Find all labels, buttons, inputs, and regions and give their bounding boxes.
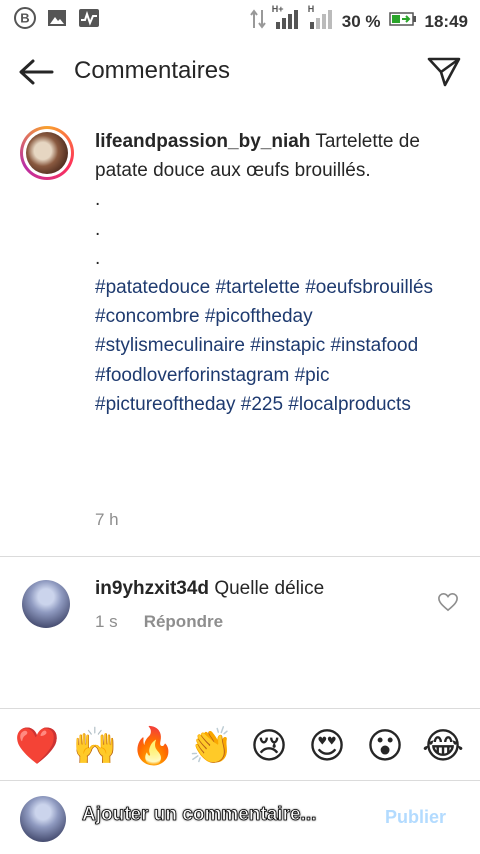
emoji-heart[interactable]: ❤️ — [14, 723, 60, 769]
divider — [0, 708, 480, 709]
data-transfer-icon — [249, 8, 266, 35]
commenter-avatar[interactable] — [22, 580, 70, 628]
emoji-bar: ❤️ 🙌 🔥 👏 😢 😍 😮 😂 — [0, 718, 480, 774]
signal-icon-2: H — [308, 4, 334, 35]
clock: 18:49 — [424, 11, 468, 31]
send-icon[interactable] — [426, 54, 462, 88]
emoji-clapping[interactable]: 👏 — [188, 723, 234, 769]
caption-dot: . — [95, 218, 101, 240]
divider — [0, 780, 480, 781]
divider — [0, 556, 480, 557]
emoji-crying[interactable]: 😢 — [246, 723, 292, 769]
activity-icon — [78, 7, 100, 29]
post-author-avatar[interactable] — [20, 126, 74, 180]
comment-body: Quelle délice — [214, 578, 325, 599]
post-caption: lifeandpassion_by_niah Tartelette de pat… — [95, 127, 455, 419]
page-title: Commentaires — [74, 57, 231, 84]
app-b-icon: B — [14, 7, 36, 29]
gallery-icon — [46, 7, 68, 29]
comment-input[interactable]: Ajouter un commentaire... — [82, 804, 317, 826]
emoji-raised-hands[interactable]: 🙌 — [72, 723, 118, 769]
emoji-surprised[interactable]: 😮 — [362, 723, 408, 769]
post-time: 7 h — [95, 510, 119, 529]
comment: in9yhzxit34d Quelle délice — [95, 578, 324, 600]
caption-dot: . — [95, 189, 101, 211]
emoji-fire[interactable]: 🔥 — [130, 723, 176, 769]
svg-text:B: B — [20, 11, 29, 26]
comment-username[interactable]: in9yhzxit34d — [95, 578, 209, 599]
hashtags[interactable]: #patatedouce #tartelette #oeufsbrouillés… — [95, 277, 433, 415]
avatar-image — [26, 132, 68, 174]
emoji-laughing[interactable]: 😂 — [420, 723, 466, 769]
post-username[interactable]: lifeandpassion_by_niah — [95, 131, 310, 152]
publish-button[interactable]: Publier — [385, 807, 446, 828]
comment-composer: Ajouter un commentaire... Publier — [0, 786, 480, 854]
emoji-heart-eyes[interactable]: 😍 — [304, 723, 350, 769]
comment-time: 1 s — [95, 612, 118, 631]
network-type-2: H — [307, 4, 315, 14]
reply-button[interactable]: Répondre — [144, 612, 223, 632]
caption-dot: . — [95, 247, 101, 269]
status-right: H+ H 30 % 18:49 — [249, 4, 468, 35]
status-left-icons: B — [14, 7, 100, 29]
comment-meta: 1 s Répondre — [95, 612, 223, 632]
signal-icon-1: H+ — [272, 4, 300, 35]
back-arrow-icon[interactable] — [18, 58, 54, 86]
network-type-1: H+ — [271, 4, 284, 14]
my-avatar — [20, 796, 66, 842]
like-heart-icon[interactable] — [437, 592, 459, 612]
status-bar: B H+ H 30 % 18:49 — [0, 0, 480, 38]
header: Commentaires — [0, 38, 480, 106]
battery-icon — [388, 11, 417, 32]
battery-percent: 30 % — [341, 11, 381, 31]
